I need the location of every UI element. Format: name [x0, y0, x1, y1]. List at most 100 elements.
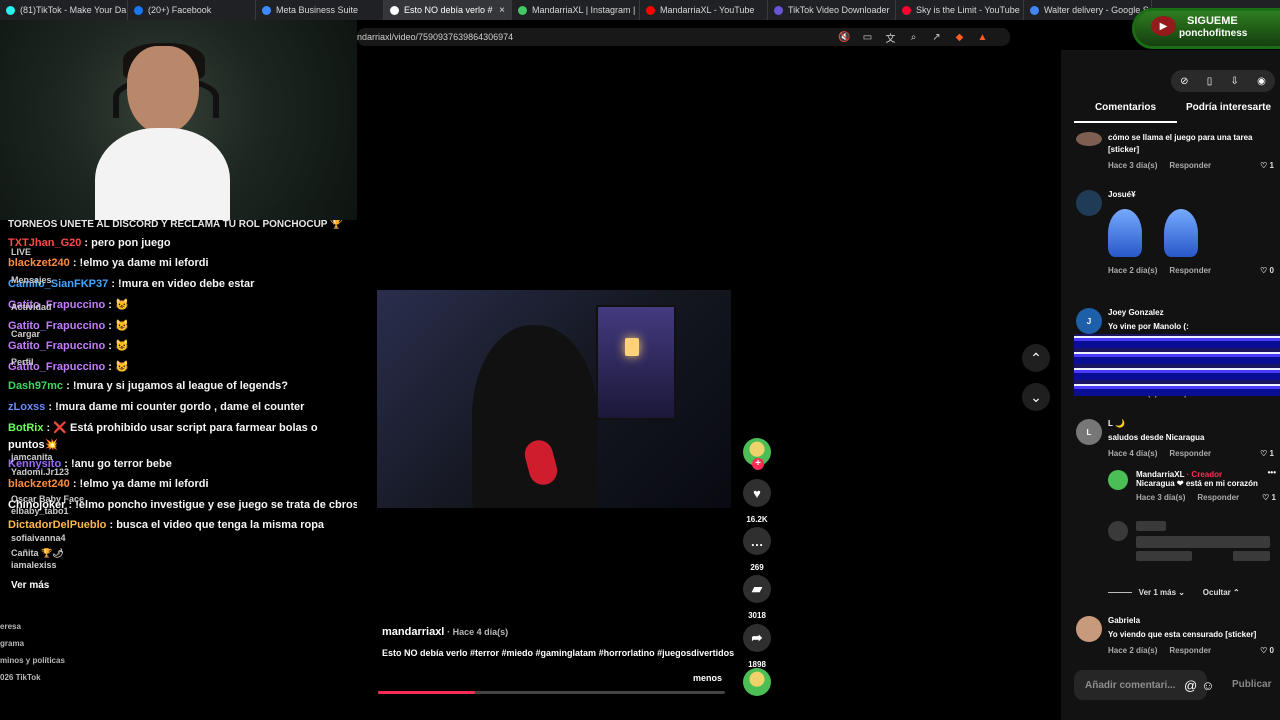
mention-icon[interactable]: @	[1184, 678, 1201, 693]
author-avatar[interactable]: +	[743, 438, 771, 470]
author-live-action[interactable]: +	[741, 438, 773, 470]
following-account[interactable]: Cañita 🏆🌶	[11, 548, 64, 559]
live-nav[interactable]: LIVE	[11, 247, 31, 257]
following-account[interactable]: Yadomi.Jr123	[11, 467, 69, 477]
commenter-name[interactable]: L 🌙	[1108, 419, 1274, 428]
reply-controls: ——— Ver 1 más ⌄ Ocultar ⌃	[1108, 588, 1240, 597]
footer-link[interactable]: grama	[0, 635, 65, 652]
comment-like[interactable]: ♡ 1	[1262, 493, 1276, 502]
user-avatar[interactable]: J	[1076, 308, 1102, 334]
reply-button[interactable]: Responder	[1169, 161, 1211, 170]
night-window	[596, 305, 676, 420]
like-action[interactable]: ♥ 16.2K	[741, 479, 773, 524]
view-more-button[interactable]: Ver 1 más	[1139, 588, 1176, 597]
comment-text: Yo vine por Manolo (:	[1108, 322, 1189, 331]
tiktok-tab-icon	[6, 5, 15, 15]
user-avatar[interactable]	[1076, 190, 1102, 216]
following-account[interactable]: sofiaivanna4	[11, 533, 66, 543]
activity-nav[interactable]: Actividad	[11, 302, 52, 312]
commenter-name[interactable]: Joey Gonzalez	[1108, 308, 1274, 317]
mute-icon[interactable]: 🔇	[838, 32, 851, 43]
reply-button[interactable]: Responder	[1169, 646, 1211, 655]
upload-nav[interactable]: Cargar	[11, 329, 40, 339]
profile-nav[interactable]: Perfil	[11, 357, 34, 367]
tab-recommendations[interactable]: Podría interesarte	[1177, 102, 1280, 123]
music-avatar-action[interactable]	[741, 668, 773, 696]
tab-meta-business[interactable]: Meta Business Suite	[256, 0, 384, 20]
following-account[interactable]: jamcanita	[11, 452, 53, 462]
close-tab-icon[interactable]: ×	[499, 5, 505, 16]
comment-action[interactable]: … 269	[741, 527, 773, 572]
comment-like[interactable]: ♡ 1	[1260, 161, 1274, 170]
brave-shield-icon[interactable]: ◆	[953, 32, 966, 43]
white-shirt	[95, 128, 230, 220]
following-account[interactable]: elbaby_tabo1	[11, 506, 69, 516]
cast-icon[interactable]: ▭	[861, 32, 874, 43]
publish-button[interactable]: Publicar	[1232, 679, 1271, 690]
reply-text: Nicaragua ❤ está en mi corazón	[1136, 479, 1258, 488]
comment-icon[interactable]: …	[743, 527, 771, 555]
share-icon[interactable]: ➦	[743, 624, 771, 652]
profile-icon[interactable]: ◉	[1257, 76, 1266, 87]
following-account[interactable]: Oscar Baby Face	[11, 494, 84, 504]
tab-downloader[interactable]: TikTok Video Downloader	[768, 0, 896, 20]
comment-count: 269	[750, 563, 764, 572]
reply-button[interactable]: Responder	[1169, 266, 1211, 275]
chat-banner: TORNEOS ÚNETE AL DISCORD Y RECLAMA TU RO…	[8, 220, 343, 230]
tab-instagram[interactable]: MandarriaXL | Instagram |	[512, 0, 640, 20]
less-button[interactable]: menos	[693, 673, 722, 683]
share-icon[interactable]: ↗	[930, 32, 943, 43]
reply-button[interactable]: Responder	[1169, 449, 1211, 458]
footer-link[interactable]: eresa	[0, 618, 65, 635]
rewards-icon[interactable]: ▲	[976, 32, 989, 43]
tab-tiktok-home[interactable]: (81)TikTok - Make Your Da	[0, 0, 128, 20]
tab-youtube-channel[interactable]: MandarriaXL - YouTube	[640, 0, 768, 20]
hide-replies-button[interactable]: Ocultar	[1203, 588, 1231, 597]
creator-badge: · Creador	[1186, 470, 1223, 479]
facebook-tab-icon	[134, 5, 143, 15]
commenter-name[interactable]: Josué¥	[1108, 190, 1274, 199]
follow-plus-icon[interactable]: +	[752, 458, 764, 470]
video-player[interactable]	[377, 290, 731, 508]
see-more-button[interactable]: Ver más	[11, 580, 49, 591]
browser-tab-bar: (81)TikTok - Make Your Da (20+) Facebook…	[0, 0, 1280, 20]
footer-link[interactable]: minos y políticas	[0, 652, 65, 669]
heart-icon[interactable]: ♥	[743, 479, 771, 507]
embed-icon[interactable]: ⊘	[1180, 76, 1188, 87]
translate-icon[interactable]: 文	[884, 30, 897, 45]
share-action[interactable]: ➦ 1898	[741, 624, 773, 669]
download-icon[interactable]: ⇩	[1230, 76, 1238, 87]
comment-like[interactable]: ♡ 0	[1260, 646, 1274, 655]
next-video-button[interactable]: ⌄	[1022, 383, 1050, 411]
following-account[interactable]: iamalexiss	[11, 560, 57, 570]
comment-like[interactable]: ♡ 1	[1260, 449, 1274, 458]
video-progress-bar[interactable]	[378, 691, 725, 694]
messages-nav[interactable]: Mensajes	[11, 275, 52, 285]
phone-icon[interactable]: ▯	[1207, 76, 1213, 87]
author-name[interactable]: mandarriaxl	[382, 626, 444, 638]
save-action[interactable]: ▰ 3018	[741, 575, 773, 620]
tab-google-search[interactable]: Walter delivery - Google S	[1024, 0, 1152, 20]
user-avatar[interactable]	[1076, 132, 1102, 146]
bookmark-icon[interactable]: ▰	[743, 575, 771, 603]
chat-message: Gatito_Frapuccino : 😺	[8, 340, 129, 352]
reply-button[interactable]: Responder	[1197, 493, 1239, 502]
tab-comments[interactable]: Comentarios	[1074, 102, 1177, 123]
music-disc-icon[interactable]	[743, 668, 771, 696]
head-shape	[127, 46, 199, 134]
chat-overlay: TORNEOS ÚNETE AL DISCORD Y RECLAMA TU RO…	[0, 220, 357, 680]
lamp-light	[625, 338, 639, 356]
tab-facebook[interactable]: (20+) Facebook	[128, 0, 256, 20]
comment-like[interactable]: ♡ 0	[1260, 266, 1274, 275]
commenter-name[interactable]: Gabriela	[1108, 616, 1274, 625]
user-avatar[interactable]: L	[1076, 419, 1102, 445]
tab-sky-video[interactable]: Sky is the Limit - YouTube	[896, 0, 1024, 20]
tab-active-video[interactable]: Esto NO debía verlo # ×	[384, 0, 512, 20]
creator-name[interactable]: MandarriaXL	[1136, 470, 1184, 479]
user-avatar[interactable]	[1076, 616, 1102, 642]
previous-video-button[interactable]: ⌃	[1022, 344, 1050, 372]
more-options-icon[interactable]: •••	[1268, 468, 1276, 477]
emoji-icon[interactable]: ☺	[1201, 678, 1218, 693]
zoom-icon[interactable]: ⌕	[907, 32, 920, 43]
creator-avatar[interactable]	[1108, 470, 1128, 490]
